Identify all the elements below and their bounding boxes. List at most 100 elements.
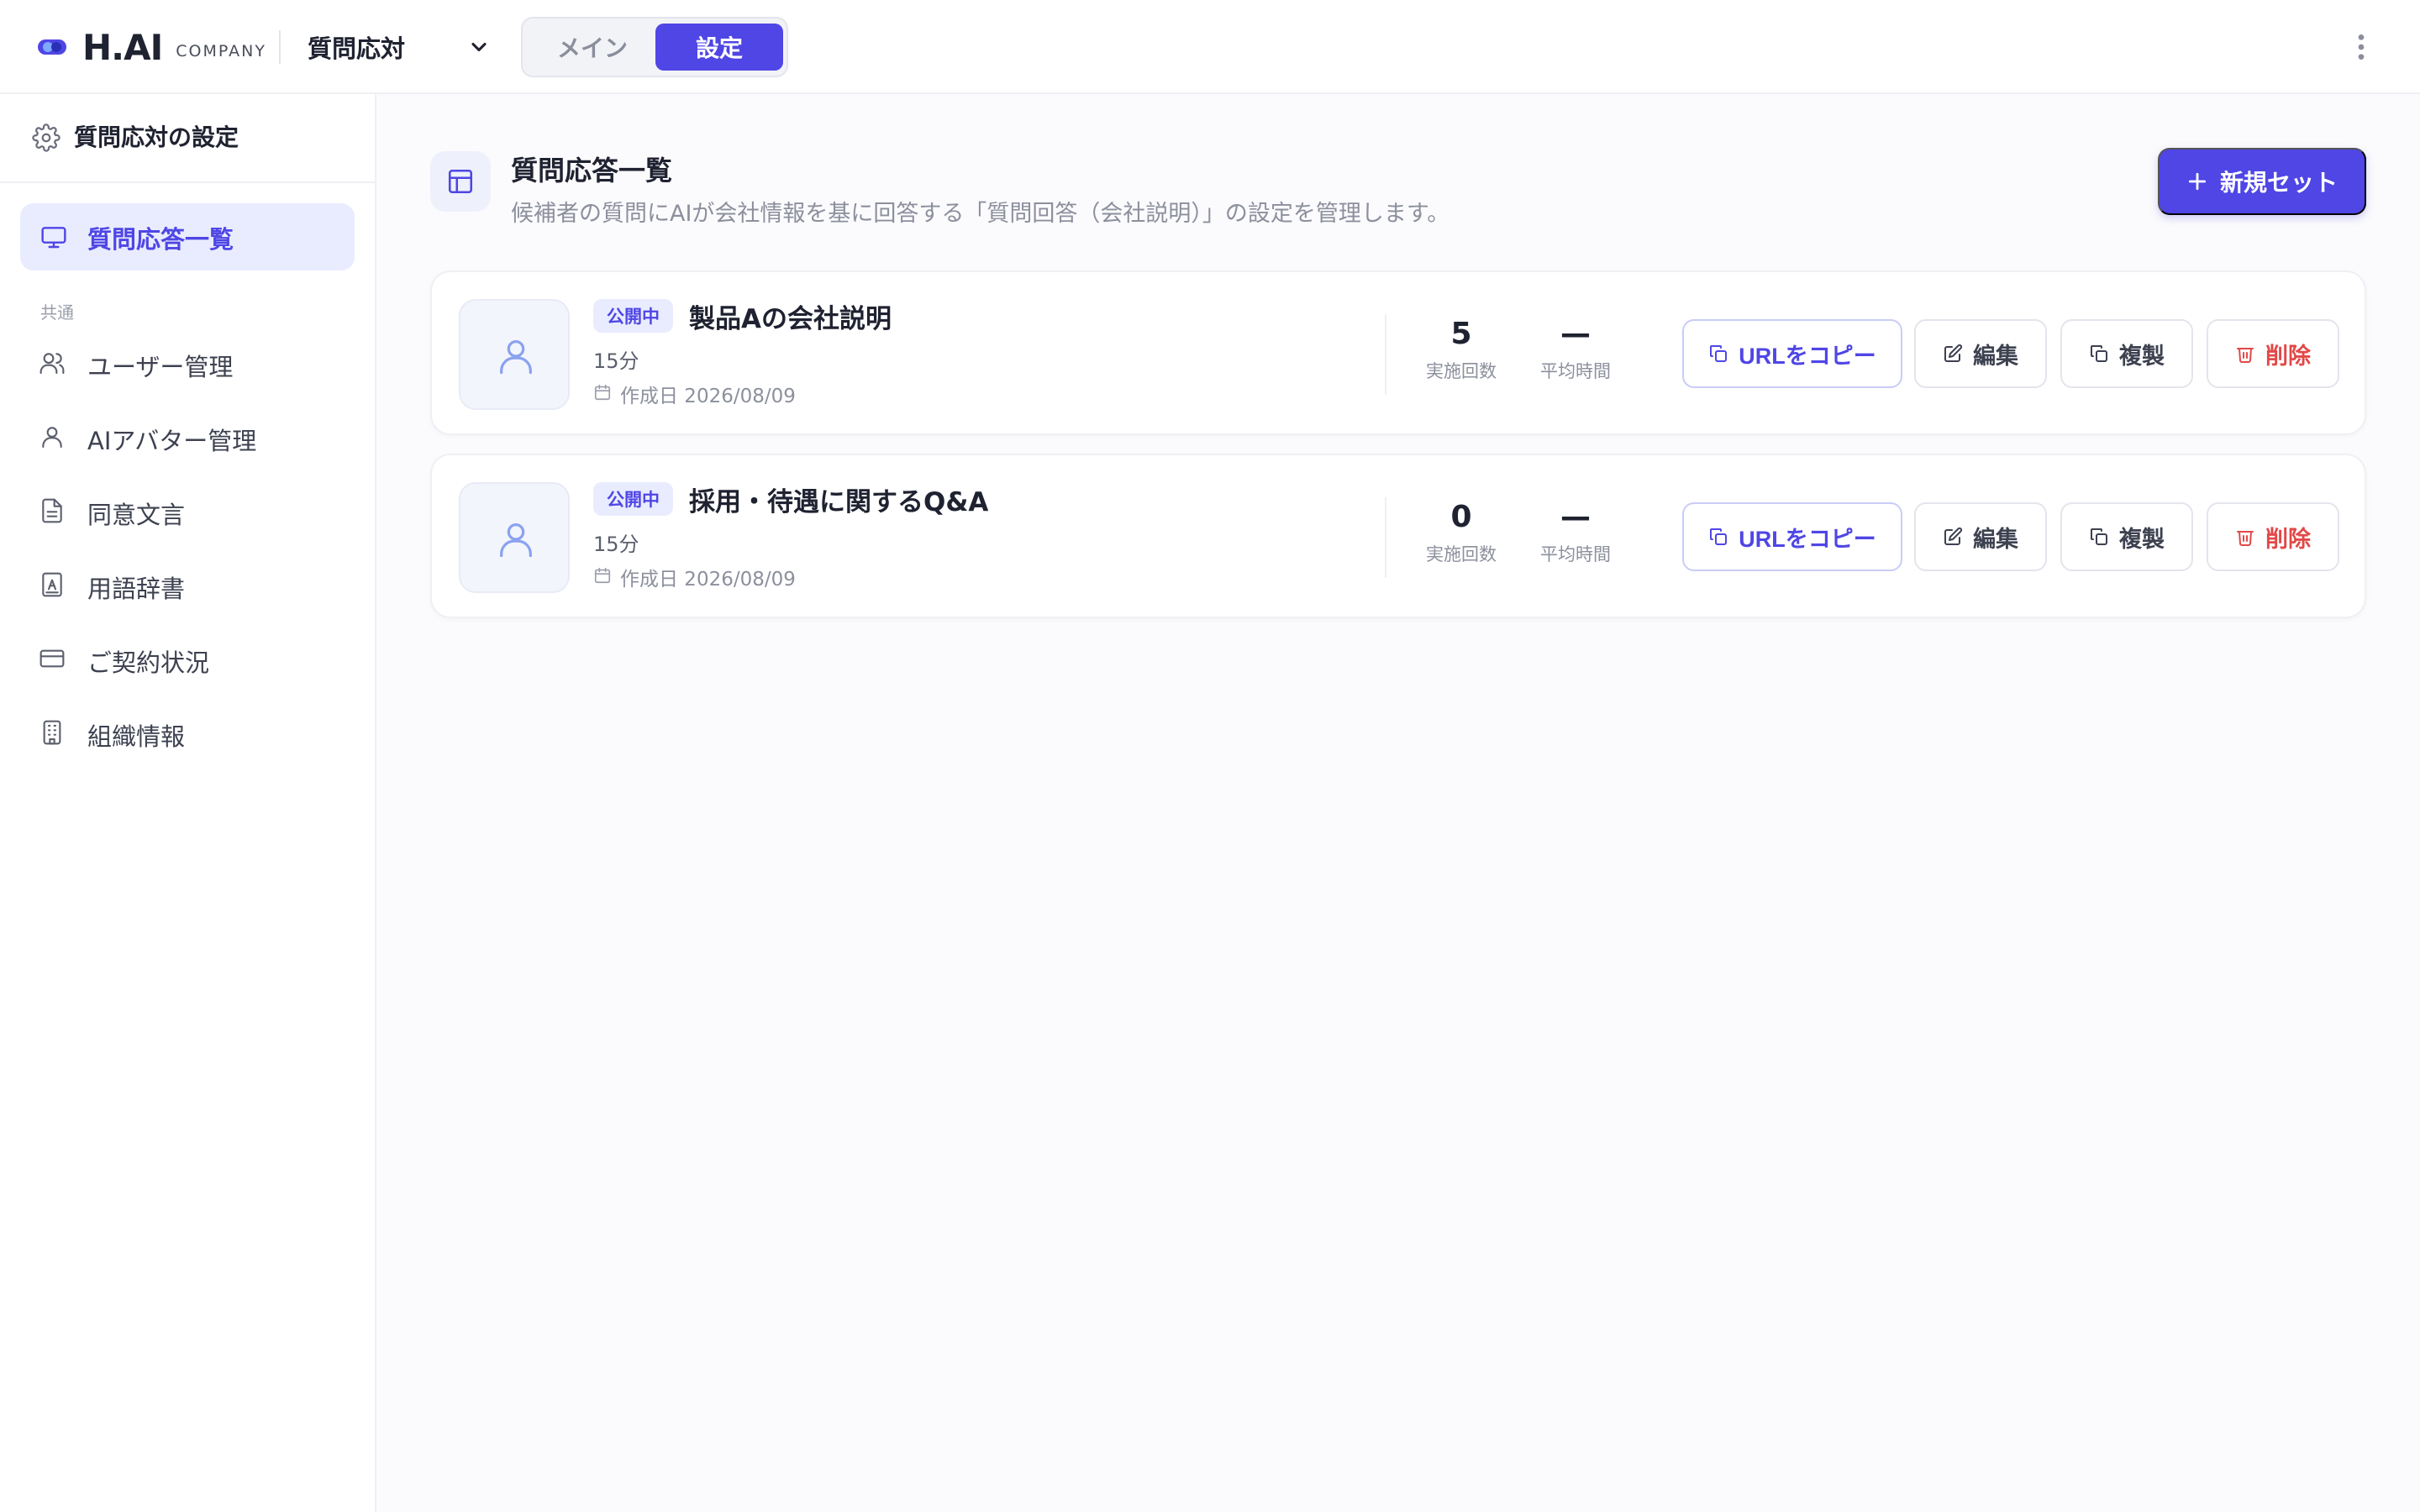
calendar-icon (594, 567, 611, 584)
sidebar-title: 質問応対の設定 (74, 123, 239, 151)
calendar-icon (594, 384, 611, 401)
plus-icon (2188, 172, 2207, 191)
avatar-user-icon (500, 523, 532, 558)
stat-average: — 平均時間 (1521, 316, 1630, 383)
copy-url-button[interactable]: URLをコピー (1682, 502, 1902, 571)
copy-url-label: URLをコピー (1739, 526, 1876, 552)
building-icon (43, 720, 61, 745)
logo-text: H.AI (82, 26, 163, 68)
edit-label: 編集 (1973, 526, 2018, 552)
sidebar-item-contract[interactable]: ご契約状況 (20, 628, 355, 689)
sidebar-item-label: ご契約状況 (87, 648, 210, 677)
avatar (459, 299, 570, 410)
card-created-date: 作成日 2026/08/09 (620, 569, 796, 591)
card-duration: 15分 (593, 349, 639, 373)
sidebar-item-label: 質問応答一覧 (87, 225, 234, 254)
sidebar: 質問応対の設定 質問応答一覧 共通 ユーザー管理 AIアバター管理 同意文言 用… (0, 94, 376, 1512)
sidebar-item-user-management[interactable]: ユーザー管理 (20, 333, 355, 393)
sidebar-header: 質問応対の設定 (0, 94, 375, 183)
stat-count-label: 実施回数 (1426, 361, 1497, 381)
sidebar-item-qa-list[interactable]: 質問応答一覧 (20, 203, 355, 270)
delete-label: 削除 (2265, 343, 2311, 369)
stat-average-label: 平均時間 (1540, 361, 1611, 381)
edit-button[interactable]: 編集 (1914, 319, 2047, 388)
more-vertical-icon[interactable] (2344, 30, 2378, 64)
stat-count-value: 5 (1450, 317, 1472, 351)
stat-count: 5 実施回数 (1407, 316, 1516, 383)
edit-icon (1944, 527, 1963, 545)
stat-count-value: 0 (1450, 500, 1472, 534)
stat-average-value: — (1560, 317, 1591, 351)
card-divider (1385, 314, 1386, 395)
edit-icon (1944, 344, 1963, 362)
page-description: 候補者の質問にAIが会社情報を基に回答する「質問回答（会社説明）」の設定を管理し… (511, 201, 1450, 227)
app-select[interactable]: 質問応対 (308, 0, 405, 94)
copy-icon (1710, 528, 1728, 545)
user-icon (42, 427, 62, 449)
chevron-down-icon[interactable] (467, 35, 491, 59)
qa-set-card[interactable]: 公開中 製品Aの会社説明 15分 作成日 2026/08/09 5 実施回数 —… (430, 270, 2366, 435)
avatar (459, 482, 570, 593)
duplicate-button[interactable]: 複製 (2060, 319, 2193, 388)
mode-switch: メイン 設定 (521, 17, 788, 77)
card-duration: 15分 (593, 533, 639, 556)
status-badge: 公開中 (593, 299, 673, 333)
page-title: 質問応答一覧 (511, 155, 673, 186)
card-title: 採用・待遇に関するQ&A (689, 487, 989, 517)
logo-subtext: COMPANY (176, 42, 266, 60)
stat-average: — 平均時間 (1521, 499, 1630, 566)
page-icon-box (430, 151, 491, 212)
duplicate-button[interactable]: 複製 (2060, 502, 2193, 571)
delete-button[interactable]: 削除 (2207, 502, 2339, 571)
qa-set-card[interactable]: 公開中 採用・待遇に関するQ&A 15分 作成日 2026/08/09 0 実施… (430, 454, 2366, 618)
sidebar-item-glossary[interactable]: 用語辞書 (20, 554, 355, 615)
duplicate-icon (2091, 528, 2107, 545)
copy-icon (1710, 345, 1728, 362)
document-icon (42, 498, 62, 523)
sidebar-item-organization[interactable]: 組織情報 (20, 702, 355, 763)
status-badge: 公開中 (593, 482, 673, 516)
sidebar-item-ai-avatar[interactable]: AIアバター管理 (20, 407, 355, 467)
sidebar-item-consent-text[interactable]: 同意文言 (20, 480, 355, 541)
duplicate-label: 複製 (2119, 526, 2165, 552)
edit-button[interactable]: 編集 (1914, 502, 2047, 571)
credit-card-icon (39, 649, 65, 668)
logo-mark-icon (38, 39, 66, 55)
stat-average-label: 平均時間 (1540, 544, 1611, 564)
sidebar-item-label: AIアバター管理 (87, 427, 257, 455)
new-set-button[interactable]: 新規セット (2158, 148, 2366, 215)
new-set-button-label: 新規セット (2219, 170, 2338, 196)
stat-average-value: — (1560, 500, 1591, 534)
users-icon (39, 353, 65, 375)
monitor-icon (41, 227, 66, 249)
sidebar-item-label: 組織情報 (87, 722, 186, 751)
card-title: 製品Aの会社説明 (689, 304, 892, 334)
sidebar-item-label: 同意文言 (87, 501, 186, 529)
header-divider (279, 30, 281, 64)
trash-icon (2237, 531, 2254, 546)
app-select-label: 質問応対 (308, 34, 406, 63)
copy-url-label: URLをコピー (1739, 343, 1876, 369)
tab-settings[interactable]: 設定 (655, 24, 783, 71)
sidebar-item-label: 用語辞書 (87, 575, 186, 603)
delete-button[interactable]: 削除 (2207, 319, 2339, 388)
top-bar: H.AI COMPANY 質問応対 メイン 設定 (0, 0, 2420, 94)
duplicate-label: 複製 (2119, 343, 2165, 369)
sidebar-section-label: 共通 (40, 302, 74, 323)
stat-count-label: 実施回数 (1426, 544, 1497, 564)
copy-url-button[interactable]: URLをコピー (1682, 319, 1902, 388)
logo[interactable]: H.AI COMPANY (37, 0, 266, 94)
stat-count: 0 実施回数 (1407, 499, 1516, 566)
tab-main[interactable]: メイン (528, 24, 657, 71)
dictionary-icon (42, 572, 62, 597)
avatar-user-icon (500, 340, 532, 375)
trash-icon (2237, 348, 2254, 363)
edit-label: 編集 (1973, 343, 2018, 369)
card-created-date: 作成日 2026/08/09 (620, 386, 796, 407)
card-divider (1385, 497, 1386, 578)
duplicate-icon (2091, 345, 2107, 362)
delete-label: 削除 (2265, 526, 2311, 552)
sidebar-item-label: ユーザー管理 (87, 353, 234, 381)
layout-icon (448, 169, 473, 194)
gear-icon (32, 123, 60, 152)
